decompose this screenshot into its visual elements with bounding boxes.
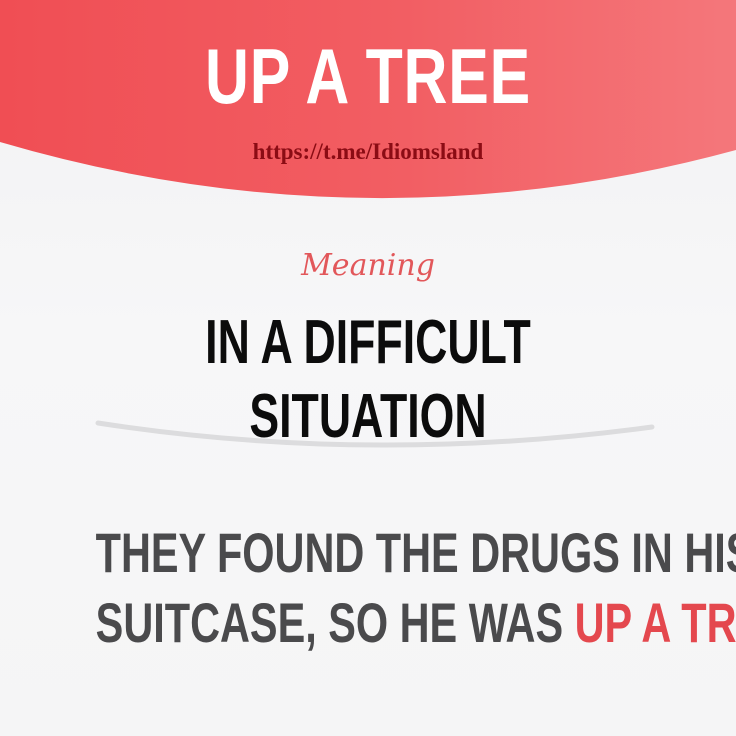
idiom-title: UP A TREE [205,32,531,120]
idiom-card: UP A TREE https://t.me/Idiomsland Meanin… [0,0,736,736]
example-line-2: SUITCASE, SO HE WAS UP A TREE [95,588,736,658]
example-line-1: THEY FOUND THE DRUGS IN HIS [95,521,736,584]
divider-curve [95,420,655,448]
example-line-2-prefix: SUITCASE, SO HE WAS [95,591,564,654]
channel-link[interactable]: https://t.me/Idiomsland [0,138,736,166]
example-highlight: UP A TREE [574,591,736,654]
example-sentence: THEY FOUND THE DRUGS IN HIS SUITCASE, SO… [95,518,736,658]
meaning-label: Meaning [301,248,435,283]
